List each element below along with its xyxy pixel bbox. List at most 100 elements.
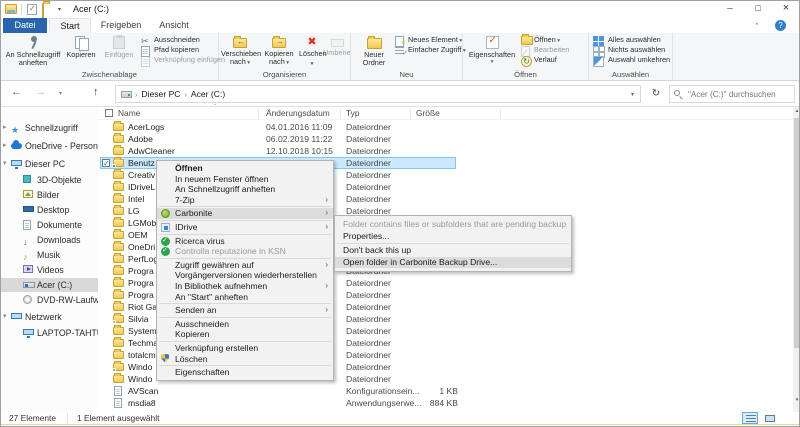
tab-share[interactable]: Freigeben — [93, 18, 149, 33]
move-to-button[interactable]: Verschieben nach — [221, 35, 259, 67]
sidebar-item-schnellzugriff[interactable]: ▸Schnellzugriff — [1, 121, 98, 135]
context-menu-item-an-schnellzugriff-anheften[interactable]: An Schnellzugriff anheften — [157, 184, 333, 195]
context-menu-item-ricerca-virus[interactable]: Ricerca virus — [157, 236, 333, 247]
copy-button[interactable]: Kopieren — [63, 35, 99, 67]
quick-access-toolbar-caret-icon[interactable]: ▾ — [58, 6, 61, 13]
search-box[interactable] — [669, 85, 795, 103]
column-header-size[interactable]: Größe — [416, 107, 440, 120]
ribbon-group-organize: Verschieben nach Kopieren nach Löschen U… — [219, 33, 351, 80]
column-header-date[interactable]: Änderungsdatum — [266, 107, 330, 120]
help-icon[interactable]: ? — [775, 20, 786, 31]
open-button[interactable]: Öffnen — [521, 35, 569, 45]
context-menu-item-vorg-ngerversionen-wiederherstellen[interactable]: Vorgängerversionen wiederherstellen — [157, 270, 333, 281]
ribbon-collapse-icon[interactable]: ⌃ — [754, 22, 760, 30]
context-menu-item-kopieren[interactable]: Kopieren — [157, 329, 333, 340]
sidebar-item-bilder[interactable]: Bilder — [1, 188, 98, 202]
cut-button[interactable]: Ausschneiden — [141, 35, 225, 45]
submenu-item-open-folder-in-carbonite-backup-drive[interactable]: Open folder in Carbonite Backup Drive... — [335, 257, 571, 269]
chevron-collapsed-icon[interactable]: ▸ — [3, 139, 7, 153]
submenu-item-properties[interactable]: Properties... — [335, 231, 571, 243]
context-menu-item-in-neuem-fenster-ffnen[interactable]: In neuem Fenster öffnen — [157, 174, 333, 185]
tab-view[interactable]: Ansicht — [151, 18, 197, 33]
sidebar-item-dieser-pc[interactable]: ▾Dieser PC — [1, 157, 98, 171]
table-row[interactable]: AVScanKonfigurationsein...1 KB — [98, 385, 793, 397]
copy-to-button[interactable]: Kopieren nach — [260, 35, 298, 67]
breadcrumb[interactable]: Dieser PC Acer (C:) — [115, 85, 641, 103]
sidebar-item-onedrive-personal[interactable]: ▸OneDrive - Personal — [1, 139, 98, 153]
select-all-button[interactable]: Alles auswählen — [593, 35, 670, 45]
back-icon[interactable] — [11, 86, 22, 98]
properties-button[interactable]: Eigenschaften — [467, 35, 517, 67]
sidebar-item-musik[interactable]: Musik — [1, 248, 98, 262]
scroll-down-icon[interactable] — [793, 396, 800, 405]
context-menu-item-ausschneiden[interactable]: Ausschneiden — [157, 319, 333, 330]
minimize-button[interactable] — [717, 1, 743, 16]
kaspersky-icon — [161, 247, 170, 256]
refresh-icon[interactable] — [647, 85, 665, 103]
details-view-button[interactable] — [742, 412, 758, 424]
sidebar-item-3d-objekte[interactable]: 3D-Objekte — [1, 173, 98, 187]
recent-locations-caret-icon[interactable] — [59, 90, 62, 97]
context-menu-item-idrive[interactable]: IDrive› — [157, 222, 333, 233]
sidebar-item-downloads[interactable]: Downloads — [1, 233, 98, 247]
delete-button[interactable]: Löschen — [299, 35, 325, 67]
button-label: Pfad kopieren — [154, 45, 199, 54]
ribbon-group-select: Alles auswählen Nichts auswählen Auswahl… — [589, 33, 673, 80]
chevron-collapsed-icon[interactable]: ▸ — [3, 121, 7, 135]
table-row[interactable]: AcerLogs04.01.2016 11:09Dateiordner — [98, 121, 793, 133]
tab-home[interactable]: Start — [49, 18, 91, 33]
ribbon-tab-strip: Datei Start Freigeben Ansicht ⌃ ? — [1, 18, 799, 33]
row-checkbox[interactable] — [102, 159, 110, 167]
scroll-up-icon[interactable] — [793, 107, 800, 116]
sidebar-item-netzwerk[interactable]: ▾Netzwerk — [1, 310, 98, 324]
new-folder-button[interactable]: Neuer Ordner — [355, 35, 393, 67]
pin-to-quick-access-button[interactable]: An Schnellzugriff anheften — [5, 35, 61, 67]
vertical-scrollbar[interactable] — [793, 107, 800, 412]
quick-access-properties-icon[interactable] — [27, 4, 37, 15]
select-none-button[interactable]: Nichts auswählen — [593, 45, 670, 55]
column-header-name[interactable]: Name — [118, 107, 140, 120]
search-input[interactable] — [686, 87, 792, 101]
new-item-button[interactable]: Neues Element — [395, 35, 466, 45]
context-menu-item-zugriff-gew-hren-auf[interactable]: Zugriff gewähren auf› — [157, 260, 333, 271]
submenu-item-don-t-back-this-up[interactable]: Don't back this up — [335, 245, 571, 257]
chevron-expanded-icon[interactable]: ▾ — [3, 310, 7, 324]
breadcrumb-item[interactable]: Acer (C:) — [188, 89, 228, 99]
sidebar-item-laptop-tahtu30e[interactable]: LAPTOP-TAHTU30E — [1, 326, 98, 340]
sidebar-item-dokumente[interactable]: Dokumente — [1, 218, 98, 232]
column-header-type[interactable]: Typ — [346, 107, 360, 120]
context-menu-item-eigenschaften[interactable]: Eigenschaften — [157, 367, 333, 378]
chevron-expanded-icon[interactable]: ▾ — [3, 157, 7, 171]
invert-selection-button[interactable]: Auswahl umkehren — [593, 55, 670, 65]
context-menu-item-senden-an[interactable]: Senden an› — [157, 305, 333, 316]
context-menu-item-verkn-pfung-erstellen[interactable]: Verknüpfung erstellen — [157, 343, 333, 354]
maximize-button[interactable] — [745, 1, 771, 16]
kaspersky-icon — [161, 237, 170, 246]
copy-path-button[interactable]: Pfad kopieren — [141, 45, 225, 55]
file-name: LGMob — [128, 217, 156, 229]
easy-access-button[interactable]: Einfacher Zugriff — [395, 45, 466, 55]
context-menu-item-7-zip[interactable]: 7-Zip› — [157, 195, 333, 206]
sidebar-item-acer-c[interactable]: Acer (C:) — [1, 278, 98, 292]
tab-file[interactable]: Datei — [3, 18, 47, 33]
file-name: AcerLogs — [128, 121, 164, 133]
sidebar-item-desktop[interactable]: Desktop — [1, 203, 98, 217]
sidebar-item-dvd-rw-laufwerk[interactable]: DVD-RW-Laufwerk ( — [1, 293, 98, 307]
breadcrumb-item[interactable]: Dieser PC — [138, 89, 183, 99]
scrollbar-thumb[interactable] — [794, 118, 800, 348]
context-menu-item-in-bibliothek-aufnehmen[interactable]: In Bibliothek aufnehmen› — [157, 281, 333, 292]
address-dropdown-caret-icon[interactable] — [631, 91, 634, 98]
up-icon[interactable] — [93, 86, 99, 98]
context-menu-item-carbonite[interactable]: Carbonite› — [157, 208, 333, 219]
context-menu-item-an-start-anheften[interactable]: An "Start" anheften — [157, 292, 333, 303]
thumbnail-view-button[interactable] — [761, 412, 777, 424]
history-button[interactable]: Verlauf — [521, 55, 569, 65]
table-row[interactable]: AdwCleaner12.10.2018 10:15Dateiordner — [98, 145, 793, 157]
select-all-checkbox[interactable] — [105, 109, 113, 117]
table-row[interactable]: msdia8Anwendungserwe...884 KB — [98, 397, 793, 409]
table-row[interactable]: Adobe06.02.2019 11:22Dateiordner — [98, 133, 793, 145]
context-menu-item-ffnen[interactable]: Öffnen — [157, 163, 333, 174]
close-button[interactable] — [773, 1, 799, 16]
context-menu-item-l-schen[interactable]: Löschen — [157, 354, 333, 365]
sidebar-item-videos[interactable]: Videos — [1, 263, 98, 277]
